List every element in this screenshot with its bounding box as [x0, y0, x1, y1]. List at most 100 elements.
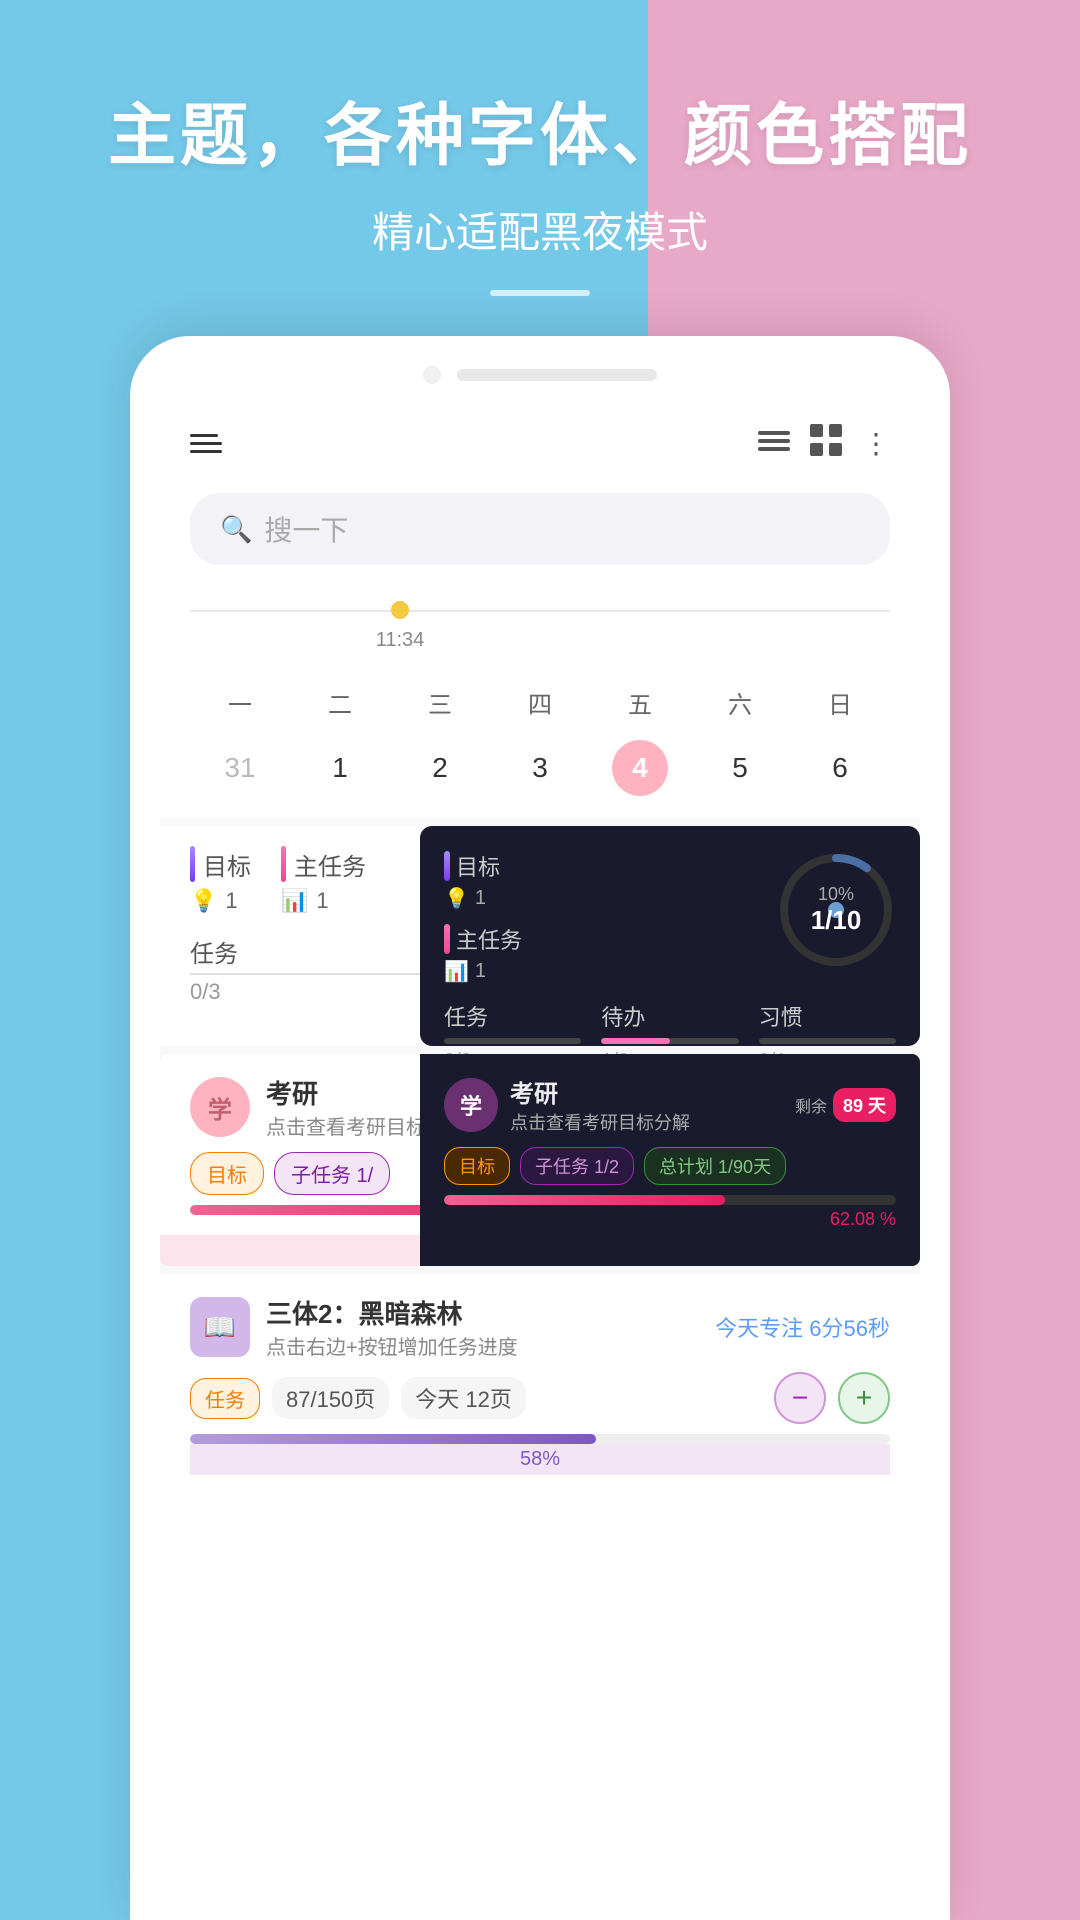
cal-date-1[interactable]: 1	[290, 738, 390, 798]
search-icon: 🔍	[220, 514, 252, 545]
book-card[interactable]: 📖 三体2：黑暗森林 点击右边+按钮增加任务进度 今天专注 6分56秒 任务 8…	[160, 1274, 920, 1495]
calendar-section: 一 二 三 四 五 六 日 31 1 2 3 4 5 6	[160, 667, 920, 818]
dark-task-bar-bg-3	[759, 1038, 896, 1044]
goal-label: 目标	[203, 847, 251, 882]
minus-button[interactable]: −	[774, 1372, 826, 1424]
main-task-icon-row: 📊 1	[281, 888, 366, 914]
dark-main-task-icon: 📊	[444, 959, 469, 984]
dark-goal-dot	[444, 851, 450, 881]
stats-section: 目标 💡 1 主任务	[160, 826, 920, 1046]
task-label: 任务	[190, 941, 238, 968]
main-task-icon: 📊	[281, 888, 308, 914]
book-stat-1: 87/150页	[272, 1377, 389, 1419]
goal-tag-2: 子任务 1/	[274, 1152, 390, 1195]
main-task-count: 1	[316, 888, 328, 914]
week-day-6: 六	[690, 677, 790, 728]
dark-goal-tag-2: 子任务 1/2	[520, 1147, 634, 1185]
menu-line-3	[190, 450, 222, 453]
toolbar-left[interactable]	[190, 434, 222, 453]
dark-goal-tag-1: 目标	[444, 1147, 510, 1185]
goal-count: 1	[225, 888, 237, 914]
dark-goal-overlay: 学 考研 点击查看考研目标分解 剩余 89 天 目标 子任务 1/2	[420, 1054, 920, 1266]
week-day-3: 三	[390, 677, 490, 728]
book-info: 三体2：黑暗森林 点击右边+按钮增加任务进度	[266, 1294, 699, 1360]
main-content: 主题，各种字体、颜色搭配 精心适配黑夜模式	[0, 0, 1080, 1920]
dark-goal-avatar: 学	[444, 1078, 498, 1132]
book-header: 📖 三体2：黑暗森林 点击右边+按钮增加任务进度 今天专注 6分56秒	[190, 1294, 890, 1360]
divider-line	[490, 290, 590, 296]
task-progress: 0/3	[190, 979, 221, 1004]
plus-button[interactable]: +	[838, 1372, 890, 1424]
dark-goal-info: 考研 点击查看考研目标分解	[510, 1074, 783, 1135]
dark-task-bar-bg-1	[444, 1038, 581, 1044]
dark-task-name-1: 任务	[444, 1000, 581, 1032]
cal-date-4-wrapper[interactable]: 4	[590, 738, 690, 798]
view-grid-icon[interactable]	[810, 424, 842, 463]
goal-card[interactable]: 学 考研 点击查看考研目标分解 目标 子任务 1/ 62.08%	[160, 1054, 920, 1266]
dark-stat-row: 目标 💡 1 主任务	[444, 850, 896, 984]
week-day-5: 五	[590, 677, 690, 728]
phone-mockup: ⋮ 🔍 搜一下 11:34	[130, 336, 950, 1920]
dark-goal-tags: 目标 子任务 1/2 总计划 1/90天	[444, 1147, 896, 1185]
dark-goal-icon: 💡	[444, 886, 469, 911]
cal-date-3[interactable]: 3	[490, 738, 590, 798]
header-section: 主题，各种字体、颜色搭配 精心适配黑夜模式	[0, 0, 1080, 336]
timeline-track[interactable]: 11:34	[190, 595, 890, 625]
dark-goal-pct: 62.08 %	[444, 1209, 896, 1230]
calendar-week-header: 一 二 三 四 五 六 日	[190, 677, 890, 728]
phone-dot	[423, 366, 441, 384]
book-tags-row: 任务 87/150页 今天 12页 − +	[190, 1372, 890, 1424]
time-label: 11:34	[376, 629, 425, 652]
dark-goal-title: 考研	[510, 1074, 783, 1109]
toolbar-right: ⋮	[758, 424, 890, 463]
dark-task-name-2: 待办	[601, 1000, 738, 1032]
week-day-4: 四	[490, 677, 590, 728]
menu-line-2	[190, 442, 222, 445]
dark-goal-header: 学 考研 点击查看考研目标分解 剩余 89 天	[444, 1074, 896, 1135]
cal-date-5[interactable]: 5	[690, 738, 790, 798]
timeline-dot	[391, 601, 409, 619]
view-list-icon[interactable]	[758, 428, 790, 460]
book-progress-bar-bg	[190, 1434, 890, 1444]
sub-title: 精心适配黑夜模式	[0, 199, 1080, 260]
book-tag-task: 任务	[190, 1378, 260, 1419]
goal-avatar: 学	[190, 1077, 250, 1137]
goal-tag-1: 目标	[190, 1152, 264, 1195]
circle-progress: 10% 1/10	[776, 850, 896, 970]
menu-icon[interactable]	[190, 434, 222, 453]
circle-pct: 10%	[811, 884, 862, 905]
dark-goal-progress-fill	[444, 1195, 725, 1205]
search-input[interactable]: 🔍 搜一下	[190, 493, 890, 565]
more-options-icon[interactable]: ⋮	[862, 427, 890, 460]
book-progress-bar-fill	[190, 1434, 596, 1444]
week-day-1: 一	[190, 677, 290, 728]
book-actions: − +	[774, 1372, 890, 1424]
dark-goal-desc: 点击查看考研目标分解	[510, 1109, 783, 1135]
dark-stat-left: 目标 💡 1 主任务	[444, 850, 522, 984]
book-icon: 📖	[204, 1312, 236, 1343]
book-stat-2: 今天 12页	[401, 1377, 526, 1419]
dark-main-task-label: 主任务	[444, 923, 522, 955]
book-focus: 今天专注 6分56秒	[715, 1311, 890, 1343]
circle-val: 1/10	[811, 905, 862, 936]
phone-top-indicators	[130, 366, 950, 384]
book-title: 三体2：黑暗森林	[266, 1294, 699, 1331]
dark-task-name-3: 习惯	[759, 1000, 896, 1032]
dark-task-bar-bg-2	[601, 1038, 738, 1044]
cal-date-4[interactable]: 4	[612, 740, 668, 796]
dark-goal-remaining: 剩余 89 天	[795, 1088, 896, 1122]
cal-date-31[interactable]: 31	[190, 738, 290, 798]
menu-line-1	[190, 434, 218, 437]
main-task-bar-indicator	[281, 846, 286, 882]
goal-stat: 目标 💡 1	[190, 846, 251, 914]
cal-date-6[interactable]: 6	[790, 738, 890, 798]
calendar-dates: 31 1 2 3 4 5 6	[190, 738, 890, 798]
dark-main-task-stat: 主任务 📊 1	[444, 923, 522, 984]
goal-bar-indicator	[190, 846, 195, 882]
cal-date-2[interactable]: 2	[390, 738, 490, 798]
book-avatar: 📖	[190, 1297, 250, 1357]
dark-goal-tag-3: 总计划 1/90天	[644, 1147, 786, 1185]
phone-bar	[457, 369, 657, 381]
dark-overlay: 目标 💡 1 主任务	[420, 826, 920, 1046]
dark-task-bar-fill-2	[601, 1038, 670, 1044]
